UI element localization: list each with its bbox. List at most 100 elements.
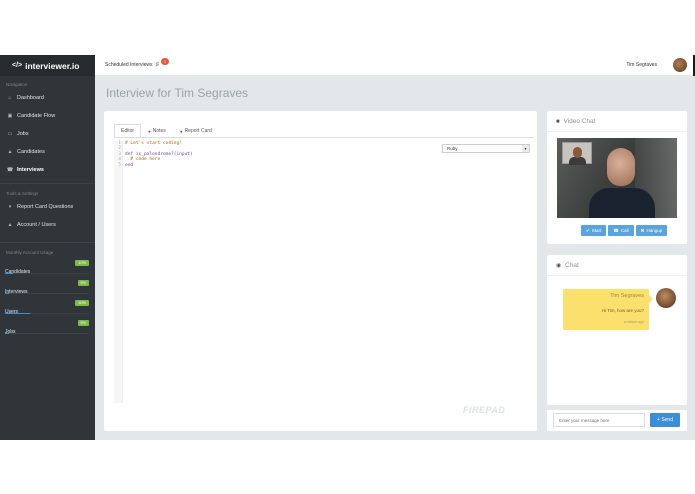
hangup-button[interactable]: ✖ Hangup: [635, 225, 668, 236]
jobs-icon: ▭: [7, 131, 13, 137]
chat-label: Chat: [565, 262, 579, 269]
bell-icon: ♯: [155, 62, 159, 68]
chevron-down-icon: ▾: [522, 145, 529, 152]
usage-progress-fill: [5, 312, 31, 314]
tab-label: Notes: [152, 128, 166, 134]
send-button-label: Send: [661, 417, 673, 423]
tab-notes[interactable]: ● Notes: [141, 124, 173, 138]
tab-label: Report Card: [184, 128, 212, 134]
code-editor[interactable]: 1 2 3 4 5 # Let's start coding! def is_p…: [114, 141, 524, 411]
tab-report-card[interactable]: ● Report Card: [173, 124, 219, 138]
scheduled-interviews-label: Scheduled Interviews: [105, 62, 153, 68]
code-line: end: [125, 163, 193, 168]
usage-progress-bar: [5, 292, 89, 294]
code-line-end: end: [125, 162, 134, 168]
avatar: [656, 288, 676, 308]
chat-compose: + Send: [547, 410, 687, 431]
sidebar-item-label: Report Card Questions: [17, 204, 74, 210]
usage-row-interviews: Interviews 5%: [0, 277, 95, 297]
local-person-head: [573, 147, 582, 158]
lock-icon: ●: [148, 128, 151, 134]
send-button[interactable]: + Send: [650, 413, 680, 427]
panel-divider: [547, 275, 687, 276]
usage-progress-fill: [5, 292, 10, 294]
start-button-label: Start: [591, 228, 602, 233]
usage-row-users: Users 30%: [0, 297, 95, 317]
usage-progress-bar: [5, 332, 89, 334]
chat-panel: ◉ Chat Tim Segraves Hi Tim, how are you?…: [547, 255, 687, 405]
sidebar-item-label: Candidates: [17, 149, 45, 155]
avatar[interactable]: [673, 58, 687, 72]
pin-icon: ▾: [8, 204, 12, 210]
brand-logo[interactable]: </> interviewer.io: [0, 55, 95, 76]
video-controls: ✔ Start ☎ Call ✖ Hangup: [581, 225, 669, 236]
user-menu[interactable]: Tim Segraves: [626, 62, 657, 68]
page-title: Interview for Tim Segraves: [106, 86, 249, 100]
call-button[interactable]: ☎ Call: [608, 225, 634, 236]
start-button[interactable]: ✔ Start: [581, 225, 607, 236]
chat-title: ◉ Chat: [556, 262, 579, 269]
sidebar-item-dashboard[interactable]: ⌂ Dashboard: [0, 89, 95, 107]
check-icon: ✔: [586, 227, 590, 233]
line-number-gutter: 1 2 3 4 5: [114, 141, 123, 403]
sidebar-item-account-users[interactable]: ▲ Account / Users: [0, 216, 95, 234]
notification-badge: 1: [161, 58, 169, 65]
sidebar-item-candidates[interactable]: ▲ Candidates: [0, 143, 95, 161]
remote-person-body: [589, 188, 655, 218]
usage-progress-fill: [5, 332, 10, 334]
navigation-section-label: Navigation: [6, 81, 28, 87]
video-chat-title: ■ Video Chat: [556, 118, 595, 125]
sidebar-item-label: Jobs: [17, 131, 29, 137]
top-bar: Scheduled Interviews ♯ 1 Tim Segraves: [95, 55, 695, 76]
brand-title: interviewer.io: [25, 60, 80, 71]
tab-editor[interactable]: Editor: [114, 124, 142, 138]
tab-label: Editor: [121, 128, 135, 134]
usage-percent-badge: 30%: [75, 300, 89, 306]
close-icon: ✖: [640, 227, 645, 233]
sidebar-item-report-card-questions[interactable]: ▾ Report Card Questions: [0, 198, 95, 216]
usage-progress-fill: [5, 272, 14, 274]
line-number: 5: [118, 162, 121, 168]
chat-bubble-tip: [649, 295, 653, 303]
chat-message-author: Tim Segraves: [610, 293, 644, 299]
sidebar-item-jobs[interactable]: ▭ Jobs: [0, 125, 95, 143]
divider: [0, 183, 95, 184]
phone-icon: ☎: [6, 167, 14, 173]
sidebar: </> interviewer.io Navigation ⌂ Dashboar…: [0, 55, 95, 440]
video-feed: [557, 138, 677, 218]
chat-message-text: Hi Tim, how are you?: [601, 308, 644, 313]
user-icon: ▲: [7, 222, 13, 228]
sidebar-item-label: Account / Users: [17, 222, 56, 228]
remote-person-head: [607, 148, 635, 186]
local-person-body: [569, 157, 586, 165]
sidebar-item-label: Candidate Flow: [17, 113, 56, 119]
sidebar-item-interviews[interactable]: ☎ Interviews: [0, 161, 95, 179]
hangup-button-label: Hangup: [646, 228, 663, 233]
scheduled-interviews-link[interactable]: Scheduled Interviews ♯: [105, 62, 159, 68]
chat-message-input[interactable]: [553, 413, 645, 427]
user-icon: ▲: [7, 149, 13, 155]
editor-tabs: Editor ● Notes ● Report Card: [114, 124, 219, 138]
local-video-preview: [562, 142, 592, 165]
lock-icon: ●: [179, 128, 183, 134]
language-select-value: Ruby: [447, 146, 458, 151]
usage-percent-badge: 5%: [77, 320, 89, 326]
chat-message-time: a minute ago: [623, 320, 644, 324]
video-camera-icon: ■: [556, 119, 560, 125]
usage-row-jobs: Jobs 5%: [0, 317, 95, 337]
tools-section-label: Tools & Settings: [6, 190, 39, 196]
divider: [0, 242, 95, 243]
language-select[interactable]: Ruby ▾: [442, 144, 530, 153]
sidebar-item-label: Interviews: [17, 167, 44, 173]
usage-section-label: Monthly Account Usage: [6, 249, 54, 255]
sidebar-item-candidate-flow[interactable]: ▣ Candidate Flow: [0, 107, 95, 125]
call-button-label: Call: [620, 228, 629, 233]
dashboard-icon: ⌂: [8, 95, 12, 101]
tabs-divider: [114, 137, 534, 138]
app-window: </> interviewer.io Navigation ⌂ Dashboar…: [0, 55, 695, 440]
phone-icon: ☎: [613, 227, 619, 233]
usage-progress-bar: [5, 272, 89, 274]
usage-percent-badge: 5%: [77, 280, 89, 286]
usage-row-candidates: Candidates 10%: [0, 257, 95, 277]
usage-percent-badge: 10%: [75, 260, 89, 266]
